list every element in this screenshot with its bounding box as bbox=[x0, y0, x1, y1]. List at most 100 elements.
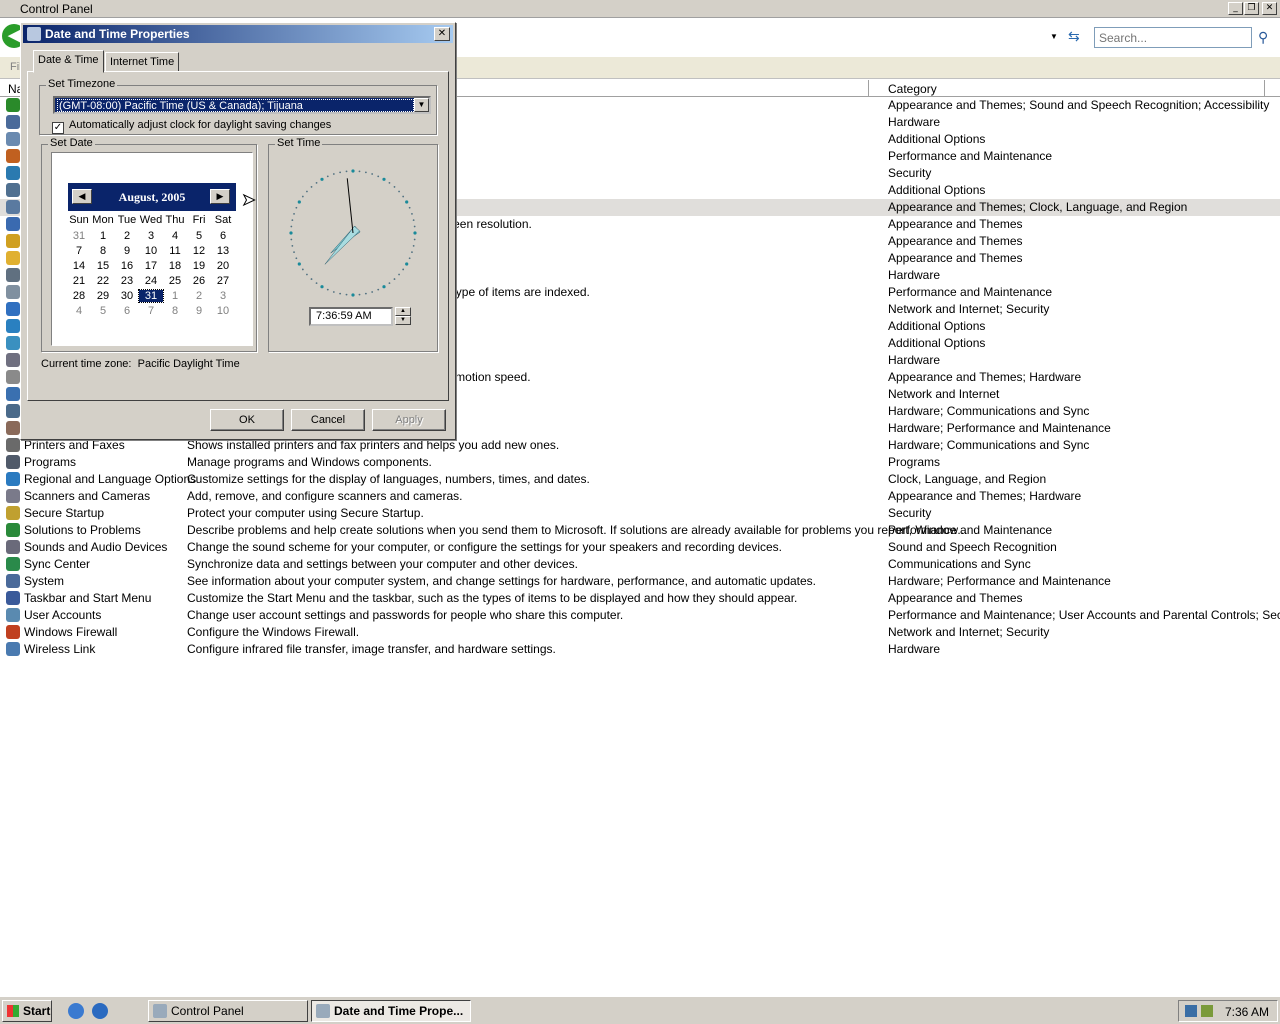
calendar-day[interactable]: 6 bbox=[115, 305, 139, 317]
calendar-day[interactable]: 10 bbox=[139, 245, 163, 257]
calendar-day[interactable]: 13 bbox=[211, 245, 235, 257]
analog-clock bbox=[289, 169, 417, 297]
calendar-day[interactable]: 30 bbox=[115, 290, 139, 302]
calendar-day[interactable]: 7 bbox=[67, 245, 91, 257]
list-item[interactable]: Sync Center Synchronize data and settings… bbox=[0, 556, 1280, 573]
ie-icon[interactable] bbox=[68, 1003, 84, 1019]
time-spinner[interactable]: ▲ ▼ bbox=[395, 307, 411, 326]
dst-checkbox[interactable]: ✓ Automatically adjust clock for daylight… bbox=[52, 119, 331, 134]
taskbar-button-date-time[interactable]: Date and Time Prope... bbox=[311, 1000, 471, 1022]
calendar-day[interactable]: 9 bbox=[115, 245, 139, 257]
calendar-day[interactable]: 2 bbox=[115, 230, 139, 242]
calendar-day[interactable]: 12 bbox=[187, 245, 211, 257]
applet-name: Sounds and Audio Devices bbox=[24, 540, 168, 554]
clock-tick bbox=[408, 206, 411, 209]
clock-tick bbox=[295, 257, 298, 260]
calendar-day[interactable]: 16 bbox=[115, 260, 139, 272]
calendar-day[interactable]: 31 bbox=[138, 289, 164, 303]
search-input[interactable] bbox=[1094, 27, 1252, 48]
calendar-day[interactable]: 29 bbox=[91, 290, 115, 302]
calendar-day[interactable]: 27 bbox=[211, 275, 235, 287]
calendar-day[interactable]: 23 bbox=[115, 275, 139, 287]
calendar-day[interactable]: 18 bbox=[163, 260, 187, 272]
list-item[interactable]: User Accounts Change user account setting… bbox=[0, 607, 1280, 624]
column-divider[interactable] bbox=[868, 80, 869, 96]
applet-description: See information about your computer syst… bbox=[187, 574, 817, 588]
calendar-day[interactable]: 7 bbox=[139, 305, 163, 317]
calendar-day[interactable]: 4 bbox=[67, 305, 91, 317]
taskbar-button-control-panel[interactable]: Control Panel bbox=[148, 1000, 308, 1022]
spin-up-icon[interactable]: ▲ bbox=[395, 307, 411, 316]
refresh-icon[interactable]: ⇆ bbox=[1068, 28, 1080, 45]
calendar-day[interactable]: 5 bbox=[187, 230, 211, 242]
ok-button[interactable]: OK bbox=[210, 409, 284, 431]
calendar-day[interactable]: 19 bbox=[187, 260, 211, 272]
security-icon[interactable] bbox=[1201, 1005, 1213, 1017]
calendar-day[interactable]: 21 bbox=[67, 275, 91, 287]
calendar-day[interactable]: 26 bbox=[187, 275, 211, 287]
timezone-select[interactable]: (GMT-08:00) Pacific Time (US & Canada); … bbox=[53, 96, 431, 114]
checkbox-icon[interactable]: ✓ bbox=[52, 122, 64, 134]
list-item[interactable]: Wireless Link Configure infrared file tra… bbox=[0, 641, 1280, 658]
calendar-day[interactable]: 1 bbox=[91, 230, 115, 242]
list-item[interactable]: Scanners and Cameras Add, remove, and con… bbox=[0, 488, 1280, 505]
calendar-day[interactable]: 31 bbox=[67, 230, 91, 242]
tray-clock[interactable]: 7:36 AM bbox=[1225, 1005, 1269, 1019]
calendar-day[interactable]: 5 bbox=[91, 305, 115, 317]
calendar-day[interactable]: 14 bbox=[67, 260, 91, 272]
applet-category: Appearance and Themes; Sound and Speech … bbox=[888, 98, 1270, 112]
search-icon[interactable]: ⚲ bbox=[1258, 29, 1268, 46]
calendar-day[interactable]: 8 bbox=[163, 305, 187, 317]
dropdown-arrow-icon[interactable]: ▼ bbox=[1050, 32, 1058, 41]
calendar-day[interactable]: 20 bbox=[211, 260, 235, 272]
clock-tick bbox=[291, 244, 294, 247]
time-input[interactable]: 7:36:59 AM bbox=[309, 307, 393, 326]
minimize-button[interactable]: _ bbox=[1228, 2, 1243, 15]
applet-category: Hardware; Performance and Maintenance bbox=[888, 421, 1111, 435]
calendar-day[interactable]: 9 bbox=[187, 305, 211, 317]
calendar-day[interactable]: 24 bbox=[139, 275, 163, 287]
calendar-day[interactable]: 11 bbox=[163, 245, 187, 257]
calendar-day[interactable]: 3 bbox=[139, 230, 163, 242]
applet-name: User Accounts bbox=[24, 608, 102, 622]
calendar-day[interactable]: 25 bbox=[163, 275, 187, 287]
list-item[interactable]: Secure Startup Protect your computer usin… bbox=[0, 505, 1280, 522]
list-item[interactable]: Programs Manage programs and Windows comp… bbox=[0, 454, 1280, 471]
apply-button[interactable]: Apply bbox=[372, 409, 446, 431]
list-item[interactable]: Windows Firewall Configure the Windows Fi… bbox=[0, 624, 1280, 641]
start-button[interactable]: Start bbox=[2, 1000, 52, 1022]
cancel-button[interactable]: Cancel bbox=[291, 409, 365, 431]
list-item[interactable]: System See information about your compute… bbox=[0, 573, 1280, 590]
list-item[interactable]: Regional and Language Options Customize s… bbox=[0, 471, 1280, 488]
spin-down-icon[interactable]: ▼ bbox=[395, 316, 411, 325]
calendar-day[interactable]: 15 bbox=[91, 260, 115, 272]
calendar-day[interactable]: 8 bbox=[91, 245, 115, 257]
explorer-icon[interactable] bbox=[92, 1003, 108, 1019]
network-icon[interactable] bbox=[1185, 1005, 1197, 1017]
column-header-category[interactable]: Category bbox=[888, 82, 937, 96]
applet-icon bbox=[6, 506, 20, 520]
calendar-day[interactable]: 1 bbox=[163, 290, 187, 302]
dialog-close-button[interactable]: ✕ bbox=[434, 27, 450, 41]
dialog-title: Date and Time Properties bbox=[45, 27, 190, 41]
calendar-day[interactable]: 2 bbox=[187, 290, 211, 302]
calendar-day[interactable]: 10 bbox=[211, 305, 235, 317]
chevron-down-icon[interactable]: ▼ bbox=[414, 98, 429, 112]
list-item[interactable]: Sounds and Audio Devices Change the sound… bbox=[0, 539, 1280, 556]
list-item[interactable]: Solutions to Problems Describe problems a… bbox=[0, 522, 1280, 539]
column-divider[interactable] bbox=[1264, 80, 1265, 96]
clock-tick bbox=[405, 200, 409, 204]
close-button[interactable]: ✕ bbox=[1262, 2, 1277, 15]
calendar-day[interactable]: 4 bbox=[163, 230, 187, 242]
tab-date-time[interactable]: Date & Time bbox=[33, 50, 104, 73]
tab-internet-time[interactable]: Internet Time bbox=[105, 52, 180, 72]
calendar-day[interactable]: 17 bbox=[139, 260, 163, 272]
restore-button[interactable]: ❐ bbox=[1244, 2, 1259, 15]
calendar-day[interactable]: 28 bbox=[67, 290, 91, 302]
applet-category: Additional Options bbox=[888, 183, 986, 197]
calendar-day[interactable]: 22 bbox=[91, 275, 115, 287]
list-item[interactable]: Taskbar and Start Menu Customize the Star… bbox=[0, 590, 1280, 607]
calendar-day[interactable]: 6 bbox=[211, 230, 235, 242]
calendar-day[interactable]: 3 bbox=[211, 290, 235, 302]
next-month-button[interactable]: ▶ bbox=[210, 189, 230, 204]
